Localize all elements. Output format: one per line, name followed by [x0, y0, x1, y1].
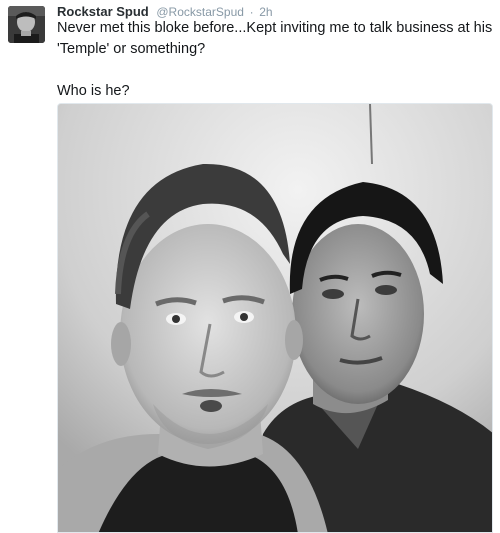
tweet-text: Never met this bloke before...Kept invit… — [57, 18, 493, 102]
selfie-photo-icon — [58, 104, 492, 532]
tweet-timestamp[interactable]: 2h — [259, 5, 272, 19]
display-name[interactable]: Rockstar Spud — [57, 4, 149, 19]
tweet-photo[interactable] — [57, 103, 493, 533]
profile-avatar[interactable] — [8, 6, 45, 43]
user-handle[interactable]: @RockstarSpud — [156, 5, 244, 19]
tweet-card: Rockstar Spud @RockstarSpud · 2h Never m… — [0, 0, 500, 533]
tweet-text-line-1: Never met this bloke before...Kept invit… — [57, 20, 493, 36]
tweet-text-line-4: Who is he? — [57, 83, 130, 99]
avatar-image-icon — [8, 6, 45, 43]
tweet-text-line-2: 'Temple' or something? — [57, 41, 206, 57]
meta-separator: · — [249, 5, 254, 19]
